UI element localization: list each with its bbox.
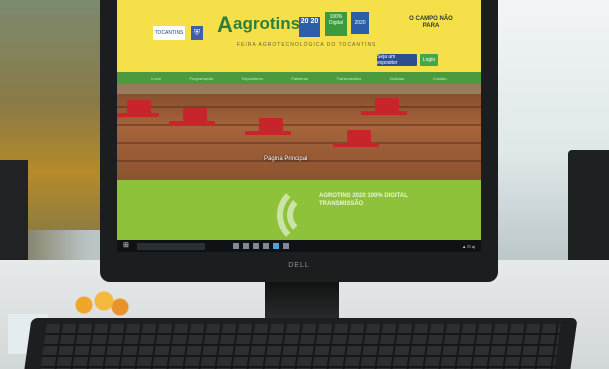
harvester-image (169, 108, 215, 125)
keyboard (24, 318, 578, 369)
app-icon[interactable] (283, 243, 289, 249)
folder-icon[interactable] (253, 243, 259, 249)
windows-icon[interactable]: ⊞ (123, 242, 133, 250)
os-taskbar: ⊞ ▲ ⊡ ◂) (117, 240, 481, 252)
gov-logo[interactable]: TOCANTINS (153, 26, 185, 40)
site-header: TOCANTINS ⛨ A agrotins 20 20 100% Digita… (117, 0, 481, 72)
hero-image[interactable]: Página Principal (117, 84, 481, 180)
field-furrow (117, 142, 481, 144)
logo-year: 20 20 (299, 17, 320, 37)
year-badge: 2020 (351, 12, 369, 34)
brand-leaf-icon: A (217, 12, 233, 37)
login-button[interactable]: Login (420, 54, 438, 66)
taskbar-search[interactable] (137, 242, 205, 250)
nav-item[interactable]: Contato (433, 76, 447, 81)
seal-icon: ⛨ (191, 26, 203, 40)
site-subtitle: FEIRA AGROTECNOLÓGICA DO TOCANTINS (237, 42, 377, 48)
exhibitor-button[interactable]: Seja um expositor (377, 54, 417, 66)
harvester-image (117, 100, 159, 117)
nav-item[interactable]: Expositores (242, 76, 263, 81)
harvester-image (333, 130, 379, 147)
main-nav: Início Programação Expositores Palestras… (117, 72, 481, 84)
browser-icon[interactable] (273, 243, 279, 249)
monitor-stand (265, 282, 339, 322)
harvester-image (361, 98, 407, 115)
hero-sky (117, 84, 481, 94)
brand-logo[interactable]: agrotins (233, 14, 300, 34)
nav-item[interactable]: Programação (189, 76, 213, 81)
promo-banner[interactable]: AGROTINS 2020 100% DIGITAL TRANSMISSÃO (117, 180, 481, 240)
digital-badge: 100% Digital (325, 12, 347, 36)
nav-item[interactable]: Início (151, 76, 161, 81)
harvester-image (245, 118, 291, 135)
edge-icon[interactable] (243, 243, 249, 249)
nav-item[interactable]: Transmissões (336, 76, 361, 81)
banner-text: AGROTINS 2020 100% DIGITAL TRANSMISSÃO (319, 193, 408, 207)
hero-caption: Página Principal (264, 156, 308, 162)
monitor-brand: DELL (288, 262, 310, 269)
nav-item[interactable]: Notícias (390, 76, 404, 81)
taskbar-apps (233, 243, 289, 249)
keyboard-keys (40, 324, 561, 369)
monitor: TOCANTINS ⛨ A agrotins 20 20 100% Digita… (100, 0, 498, 282)
nav-item[interactable]: Palestras (291, 76, 308, 81)
monitor-screen: TOCANTINS ⛨ A agrotins 20 20 100% Digita… (117, 0, 481, 252)
system-tray[interactable]: ▲ ⊡ ◂) (462, 244, 475, 249)
store-icon[interactable] (263, 243, 269, 249)
field-furrow (117, 106, 481, 108)
tagline: O CAMPO NÃO PARA (409, 16, 453, 29)
task-view-icon[interactable] (233, 243, 239, 249)
